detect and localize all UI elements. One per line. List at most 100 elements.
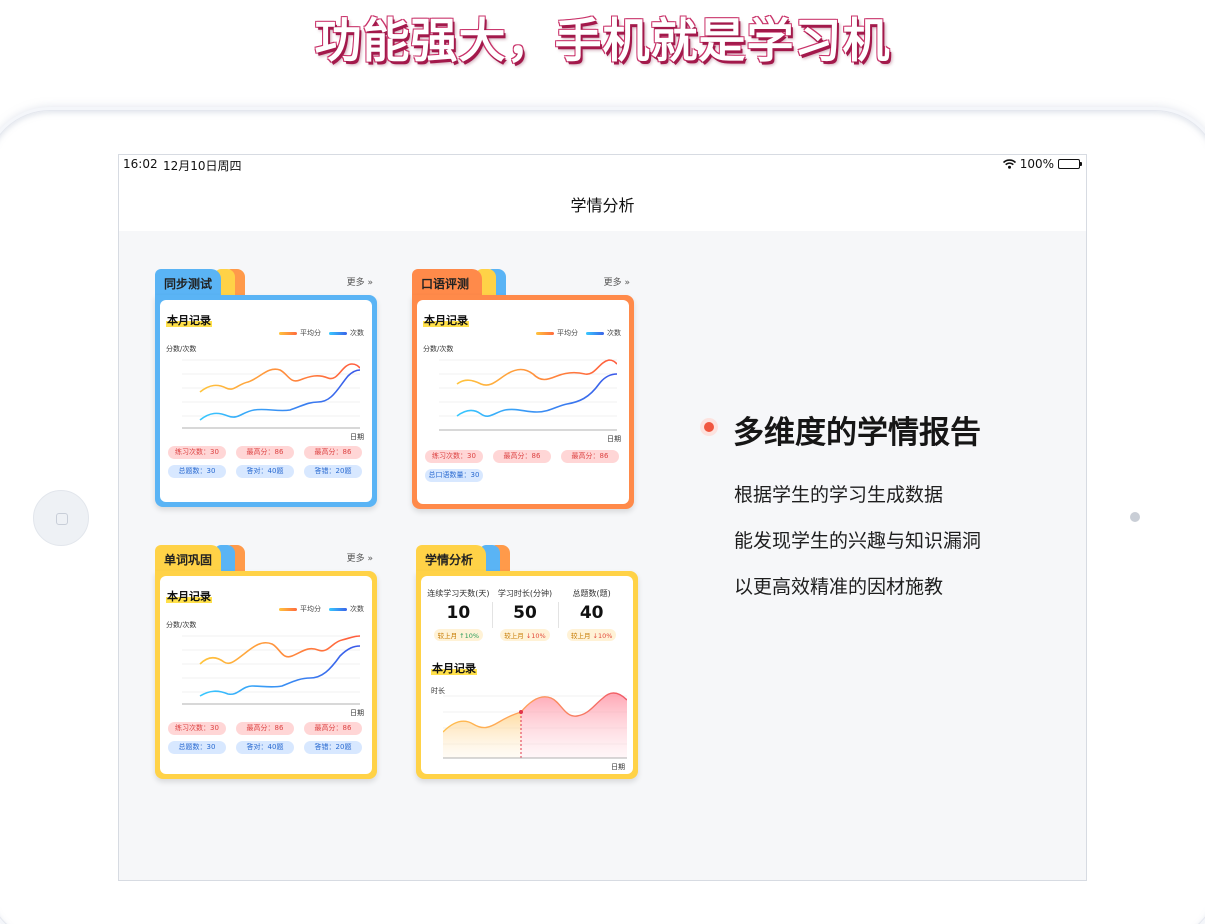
card-body: 本月记录 平均分 次数 分数/次数 日期 练习次数：30 最高分：86 最高分：… [160,576,372,774]
feature-line-2: 能发现学生的兴趣与知识漏洞 [734,530,982,552]
pill-correct: 答对：40题 [236,741,294,754]
pill-total-questions: 总题数：30 [168,465,226,478]
wifi-icon [1002,159,1016,169]
count-line [456,373,617,417]
y-axis-label: 分数/次数 [166,345,197,353]
battery-icon [1058,159,1082,169]
stat-label: 总题数(题) [572,589,611,598]
delta-down: ↓10% [525,632,546,640]
stat-compare: 较上月 ↑10% [433,629,484,641]
x-axis-label: 日期 [611,763,625,771]
stat-pills: 练习次数：30 最高分：86 最高分：86 总题数：30 答对：40题 答错：2… [168,446,362,478]
stat-value: 40 [579,603,604,623]
card-word-review[interactable]: 单词巩固 更多 » 本月记录 平均分 次数 分数/次数 日期 练习次数：30 最… [155,545,377,781]
pill-total-oral: 总口语数量：30 [425,469,483,482]
legend-count-label: 次数 [607,329,621,337]
avg-score-line [456,359,617,386]
area-fill-before [443,712,521,758]
x-axis-label: 日期 [350,433,364,441]
status-right: 100% [1002,157,1082,171]
pill-practice-count: 练习次数：30 [168,446,226,459]
stat-value: 10 [446,603,471,623]
record-title: 本月记录 [166,314,212,327]
pill-wrong: 答错：20题 [304,741,362,754]
line-chart [439,359,617,431]
pill-high-score-2: 最高分：86 [304,722,362,735]
pill-wrong: 答错：20题 [304,465,362,478]
legend-count-label: 次数 [350,329,364,337]
chart-legend: 平均分 次数 [279,328,364,338]
delta-up: ↑10% [459,632,480,640]
feature-title: 多维度的学情报告 [733,415,981,451]
stats-row: 连续学习天数(天) 10 较上月 ↑10% 学习时长(分钟) 50 较上月 ↓1… [425,588,625,642]
pill-high-score: 最高分：86 [236,446,294,459]
home-button-icon [56,513,68,525]
card-body: 本月记录 平均分 次数 分数/次数 日期 练习次数：30 最高分：86 最高分：… [160,300,372,502]
pill-practice-count: 练习次数：30 [168,722,226,735]
more-label: 更多 [346,554,365,564]
stat-total-questions: 总题数(题) 40 较上月 ↓10% [558,588,625,642]
camera-dot [1130,512,1140,522]
legend-count-label: 次数 [350,605,364,613]
stat-value: 50 [513,603,537,623]
battery-percent: 100% [1019,157,1054,171]
line-chart [182,359,360,429]
legend-avg-score: 平均分 [279,328,321,338]
stat-compare: 较上月 ↓10% [566,629,617,641]
double-chevron-icon: » [624,278,630,288]
line-chart [182,635,360,705]
feature-bullet-icon [700,418,718,436]
x-axis-label: 日期 [350,709,364,717]
pill-correct: 答对：40题 [236,465,294,478]
status-time: 16:02 [123,157,158,171]
chart-gridlines [439,359,617,417]
home-button[interactable] [33,490,89,546]
stat-pills: 练习次数：30 最高分：86 最高分：86 总口语数量：30 [425,450,619,482]
legend-count: 次数 [586,328,621,338]
card-body: 本月记录 平均分 次数 分数/次数 日期 练习次数：30 最高分：86 最高分：… [417,300,629,504]
delta-down: ↓10% [592,632,613,640]
card-frame: 本月记录 平均分 次数 分数/次数 日期 练习次数：30 最高分：86 最高分：… [412,295,634,509]
legend-avg-score: 平均分 [279,604,321,614]
record-title: 本月记录 [423,314,469,327]
card-frame: 连续学习天数(天) 10 较上月 ↑10% 学习时长(分钟) 50 较上月 ↓1… [416,571,638,779]
pill-high-score-2: 最高分：86 [304,446,362,459]
stat-compare: 较上月 ↓10% [500,629,550,641]
more-link[interactable]: 更多 » [347,275,373,288]
pill-high-score-2: 最高分：86 [561,450,619,463]
legend-avg-score: 平均分 [536,328,578,338]
more-label: 更多 [603,278,622,288]
pill-high-score: 最高分：86 [236,722,294,735]
double-chevron-icon: » [367,554,373,564]
pill-high-score: 最高分：86 [493,450,551,463]
area-fill-after [521,692,627,758]
legend-avg-label: 平均分 [557,329,578,337]
chart-gridlines [182,359,360,417]
double-chevron-icon: » [367,278,373,288]
promo-headline: 功能强大，手机就是学习机 [314,14,891,69]
feature-line-1: 根据学生的学习生成数据 [734,484,944,506]
legend-count: 次数 [329,328,364,338]
card-sync-test[interactable]: 同步测试 更多 » 本月记录 平均分 次数 分数/次数 日期 练习次数：30 最… [155,269,377,509]
more-link[interactable]: 更多 » [347,551,373,564]
y-axis-label: 分数/次数 [423,345,454,353]
feature-line-3: 以更高效精准的因材施教 [734,576,944,598]
stat-continuous-days: 连续学习天数(天) 10 较上月 ↑10% [425,588,492,642]
app-screen: 16:02 12月10日周四 100% 学情分析 同步测试 更多 » 本月记录 … [118,154,1087,881]
record-title: 本月记录 [431,662,477,675]
legend-count: 次数 [329,604,364,614]
count-line [199,645,360,697]
more-label: 更多 [346,278,365,288]
page-title: 学情分析 [570,196,635,215]
card-learning-analysis[interactable]: 学情分析 连续学习天数(天) 10 较上月 ↑10% 学习时长(分钟) 50 较… [416,545,638,781]
more-link[interactable]: 更多 » [604,275,630,288]
pill-total-questions: 总题数：30 [168,741,226,754]
card-frame: 本月记录 平均分 次数 分数/次数 日期 练习次数：30 最高分：86 最高分：… [155,571,377,779]
card-body: 连续学习天数(天) 10 较上月 ↑10% 学习时长(分钟) 50 较上月 ↓1… [421,576,633,774]
y-axis-label: 分数/次数 [166,621,197,629]
chart-legend: 平均分 次数 [279,604,364,614]
legend-avg-label: 平均分 [300,605,321,613]
chart-legend: 平均分 次数 [536,328,621,338]
card-oral-test[interactable]: 口语评测 更多 » 本月记录 平均分 次数 分数/次数 日期 练习次数：30 最… [412,269,634,509]
nav-bar: 学情分析 [119,175,1086,231]
